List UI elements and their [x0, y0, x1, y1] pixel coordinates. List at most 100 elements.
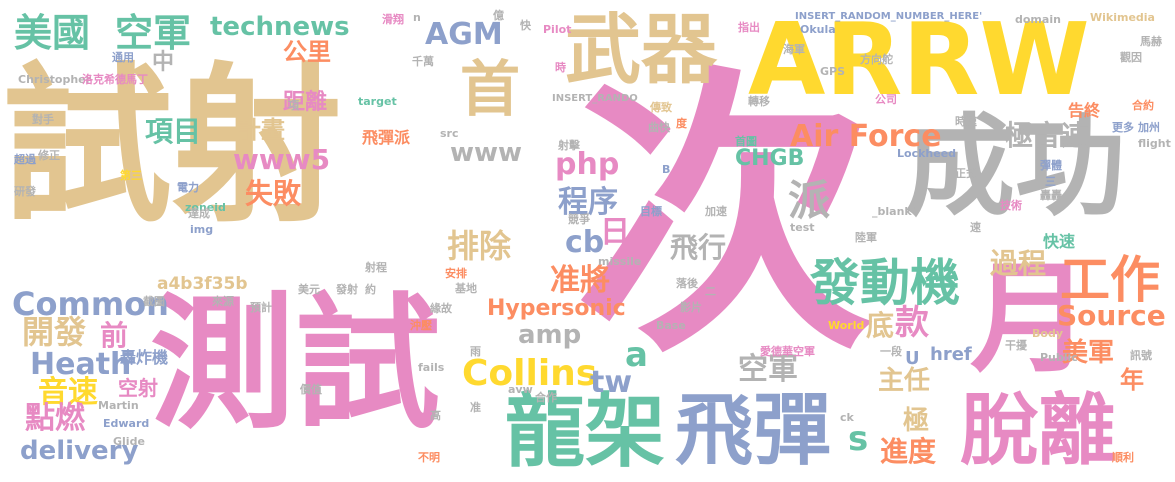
cloud-word: 洛克希德馬丁 [82, 73, 148, 86]
cloud-word: Source [1057, 299, 1166, 332]
cloud-word: Martin [98, 399, 139, 412]
cloud-word: 轉移 [748, 95, 770, 108]
cloud-word: 合約 [1132, 99, 1154, 112]
cloud-word: 愛德華空軍 [760, 345, 815, 358]
cloud-word: 空射 [118, 376, 158, 400]
cloud-word: target [358, 95, 397, 108]
cloud-word: 沖壓 [410, 319, 432, 332]
cloud-word: 快速 [1043, 232, 1076, 251]
cloud-word: 排除 [447, 227, 512, 265]
cloud-word: 首圖 [735, 135, 757, 148]
cloud-word: 修正 [38, 149, 60, 162]
cloud-word: n [413, 11, 421, 24]
cloud-word: 訊號 [1130, 349, 1152, 362]
cloud-word: 彈體 [1040, 159, 1062, 172]
cloud-word: 飛彈 [675, 386, 832, 476]
cloud-word: 點燃 [25, 401, 85, 436]
cloud-word: 馬赫 [1140, 35, 1162, 48]
cloud-word: 基地 [455, 282, 477, 295]
cloud-word: php [555, 147, 620, 182]
cloud-word: CHGB [735, 146, 805, 171]
cloud-word: 干擾 [1005, 339, 1027, 352]
cloud-word: 速 [970, 221, 981, 234]
cloud-word: 極 [903, 406, 930, 436]
cloud-word: 來源 [212, 295, 234, 308]
cloud-word: 度 [676, 117, 687, 130]
cloud-word: 不明 [418, 451, 440, 464]
cloud-word: 告終 [1068, 101, 1101, 120]
cloud-word: tw [590, 365, 633, 400]
cloud-word: INSERT_RANDOM_NUMBER_HERE' [795, 11, 983, 22]
cloud-word: 轟炸機 [120, 348, 169, 367]
cloud-word: 電力 [177, 181, 199, 194]
cloud-word: 項目 [145, 115, 202, 148]
cloud-word: 緣故 [430, 302, 452, 315]
cloud-word: 主任 [878, 366, 931, 396]
cloud-word: 空軍 [115, 11, 192, 55]
cloud-word: Edward [103, 417, 150, 430]
cloud-word: Body [1032, 327, 1063, 340]
cloud-word: 競爭 [568, 213, 590, 226]
cloud-word: 計畫 [237, 116, 285, 144]
cloud-word: 轟轟 [1040, 189, 1062, 202]
cloud-word: 開發 [22, 313, 87, 351]
cloud-word: 影片 [680, 301, 702, 314]
cloud-word: 截圖 [143, 295, 165, 308]
cloud-word: Wikimedia [1090, 11, 1155, 24]
cloud-word: 價值 [300, 383, 322, 396]
cloud-word: 達成 [188, 207, 210, 220]
cloud-word: 順利 [1112, 451, 1134, 464]
cloud-word: 研發 [14, 185, 36, 198]
cloud-word: 時 [555, 61, 566, 74]
cloud-word: s [848, 419, 869, 459]
cloud-word: _blank' [872, 205, 916, 218]
cloud-word: Public [1040, 351, 1078, 364]
cloud-word: 加州 [1138, 121, 1160, 134]
cloud-word: 第三 [120, 169, 142, 182]
cloud-word: World [828, 319, 865, 332]
cloud-word: avw [508, 383, 533, 396]
cloud-word: 中 [152, 50, 175, 75]
cloud-word: 准將 [550, 263, 610, 298]
cloud-word: test [790, 221, 815, 234]
cloud-word: amp [518, 320, 582, 350]
cloud-word: 快 [520, 19, 531, 32]
cloud-word: 通用 [112, 51, 134, 64]
cloud-word: INSERT_RANDO [552, 93, 638, 104]
cloud-word: 底 [866, 309, 895, 342]
cloud-word: Lockheed [897, 147, 957, 160]
cloud-word: technews [210, 12, 350, 42]
cloud-word: 測試 [150, 280, 440, 449]
cloud-word: 時速 [955, 115, 977, 128]
cloud-word: 滑翔 [382, 13, 404, 26]
cloud-word: 指出 [738, 21, 760, 34]
cloud-word: 安排 [445, 267, 467, 280]
cloud-word: fails [418, 361, 445, 374]
cloud-word: 公里 [283, 38, 331, 66]
cloud-word: 海軍 [783, 43, 805, 56]
cloud-word: 首 [460, 55, 520, 125]
cloud-word: 觀因 [1120, 51, 1142, 64]
cloud-word: Hypersonic [487, 296, 626, 321]
cloud-word: 美國 [14, 11, 91, 55]
cloud-word: 日 [600, 215, 630, 250]
cloud-word: 超過 [14, 153, 36, 166]
cloud-word: flight [1138, 137, 1171, 150]
cloud-word: 約 [365, 283, 376, 296]
cloud-word: 合作 [535, 391, 557, 404]
cloud-word: 進度 [880, 435, 937, 468]
cloud-word: Christopher [18, 73, 92, 86]
cloud-word: 龍架 [505, 385, 665, 478]
cloud-word: 更多 [1112, 121, 1134, 134]
cloud-word: 加速 [705, 205, 727, 218]
cloud-word: 准 [470, 401, 481, 414]
cloud-word: 工作 [1060, 251, 1160, 309]
cloud-word: Base [656, 319, 686, 332]
cloud-word: AGM [425, 17, 503, 52]
cloud-word: 曲快 [648, 121, 670, 134]
cloud-word: 億 [493, 9, 504, 22]
cloud-word: 派 [788, 176, 831, 225]
cloud-word: 前 [100, 319, 129, 352]
cloud-word: href [930, 344, 972, 365]
cloud-word: 技術 [1000, 199, 1022, 212]
